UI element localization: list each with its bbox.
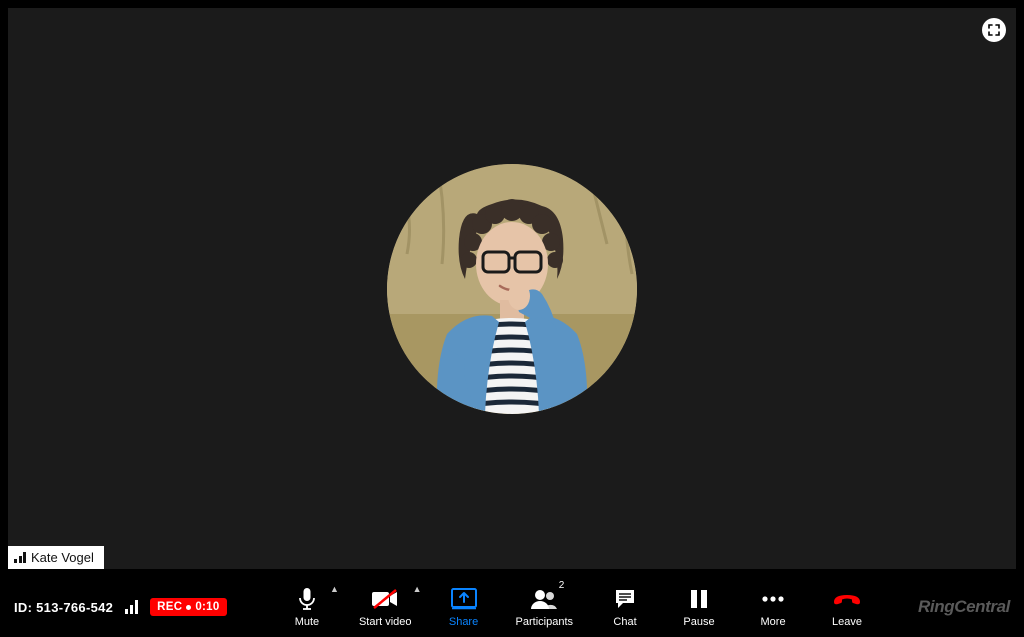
signal-strength-icon[interactable] bbox=[125, 600, 138, 614]
toolbar-left: ID: 513-766-542 REC 0:10 bbox=[14, 598, 274, 616]
chat-label: Chat bbox=[613, 616, 636, 628]
leave-button[interactable]: Leave bbox=[825, 586, 869, 628]
rec-time: 0:10 bbox=[195, 601, 219, 613]
start-video-button[interactable]: ▲ Start video bbox=[359, 586, 412, 628]
participants-count: 2 bbox=[559, 580, 565, 591]
participant-avatar bbox=[387, 164, 637, 414]
participants-icon bbox=[530, 589, 558, 609]
more-button[interactable]: More bbox=[751, 586, 795, 628]
mute-label: Mute bbox=[295, 616, 319, 628]
leave-label: Leave bbox=[832, 616, 862, 628]
meeting-id: ID: 513-766-542 bbox=[14, 600, 113, 615]
participants-label: Participants bbox=[516, 616, 573, 628]
video-off-icon bbox=[371, 589, 399, 609]
chat-icon bbox=[614, 588, 636, 610]
expand-icon bbox=[988, 24, 1000, 36]
rec-label: REC bbox=[157, 601, 182, 613]
pause-icon bbox=[690, 589, 708, 609]
share-button[interactable]: Share bbox=[442, 586, 486, 628]
chevron-up-icon[interactable]: ▲ bbox=[413, 584, 422, 594]
microphone-icon bbox=[297, 587, 317, 611]
more-icon bbox=[761, 595, 785, 603]
toolbar-center: ▲ Mute ▲ Start video bbox=[274, 586, 880, 628]
video-area: Kate Vogel bbox=[8, 8, 1016, 569]
share-label: Share bbox=[449, 616, 478, 628]
participant-name-label: Kate Vogel bbox=[31, 550, 94, 565]
pause-label: Pause bbox=[683, 616, 714, 628]
more-label: More bbox=[761, 616, 786, 628]
hangup-icon bbox=[832, 592, 862, 606]
participants-button[interactable]: 2 Participants bbox=[516, 586, 573, 628]
share-screen-icon bbox=[451, 588, 477, 610]
participant-name-tag: Kate Vogel bbox=[8, 546, 104, 569]
pause-button[interactable]: Pause bbox=[677, 586, 721, 628]
start-video-label: Start video bbox=[359, 616, 412, 628]
recording-badge[interactable]: REC 0:10 bbox=[150, 598, 226, 616]
chevron-up-icon[interactable]: ▲ bbox=[330, 584, 339, 594]
signal-icon bbox=[14, 552, 26, 563]
mute-button[interactable]: ▲ Mute bbox=[285, 586, 329, 628]
brand-logo: RingCentral bbox=[880, 597, 1010, 617]
rec-dot-icon bbox=[186, 605, 191, 610]
fullscreen-button[interactable] bbox=[982, 18, 1006, 42]
chat-button[interactable]: Chat bbox=[603, 586, 647, 628]
meeting-toolbar: ID: 513-766-542 REC 0:10 ▲ Mute ▲ bbox=[0, 577, 1024, 637]
